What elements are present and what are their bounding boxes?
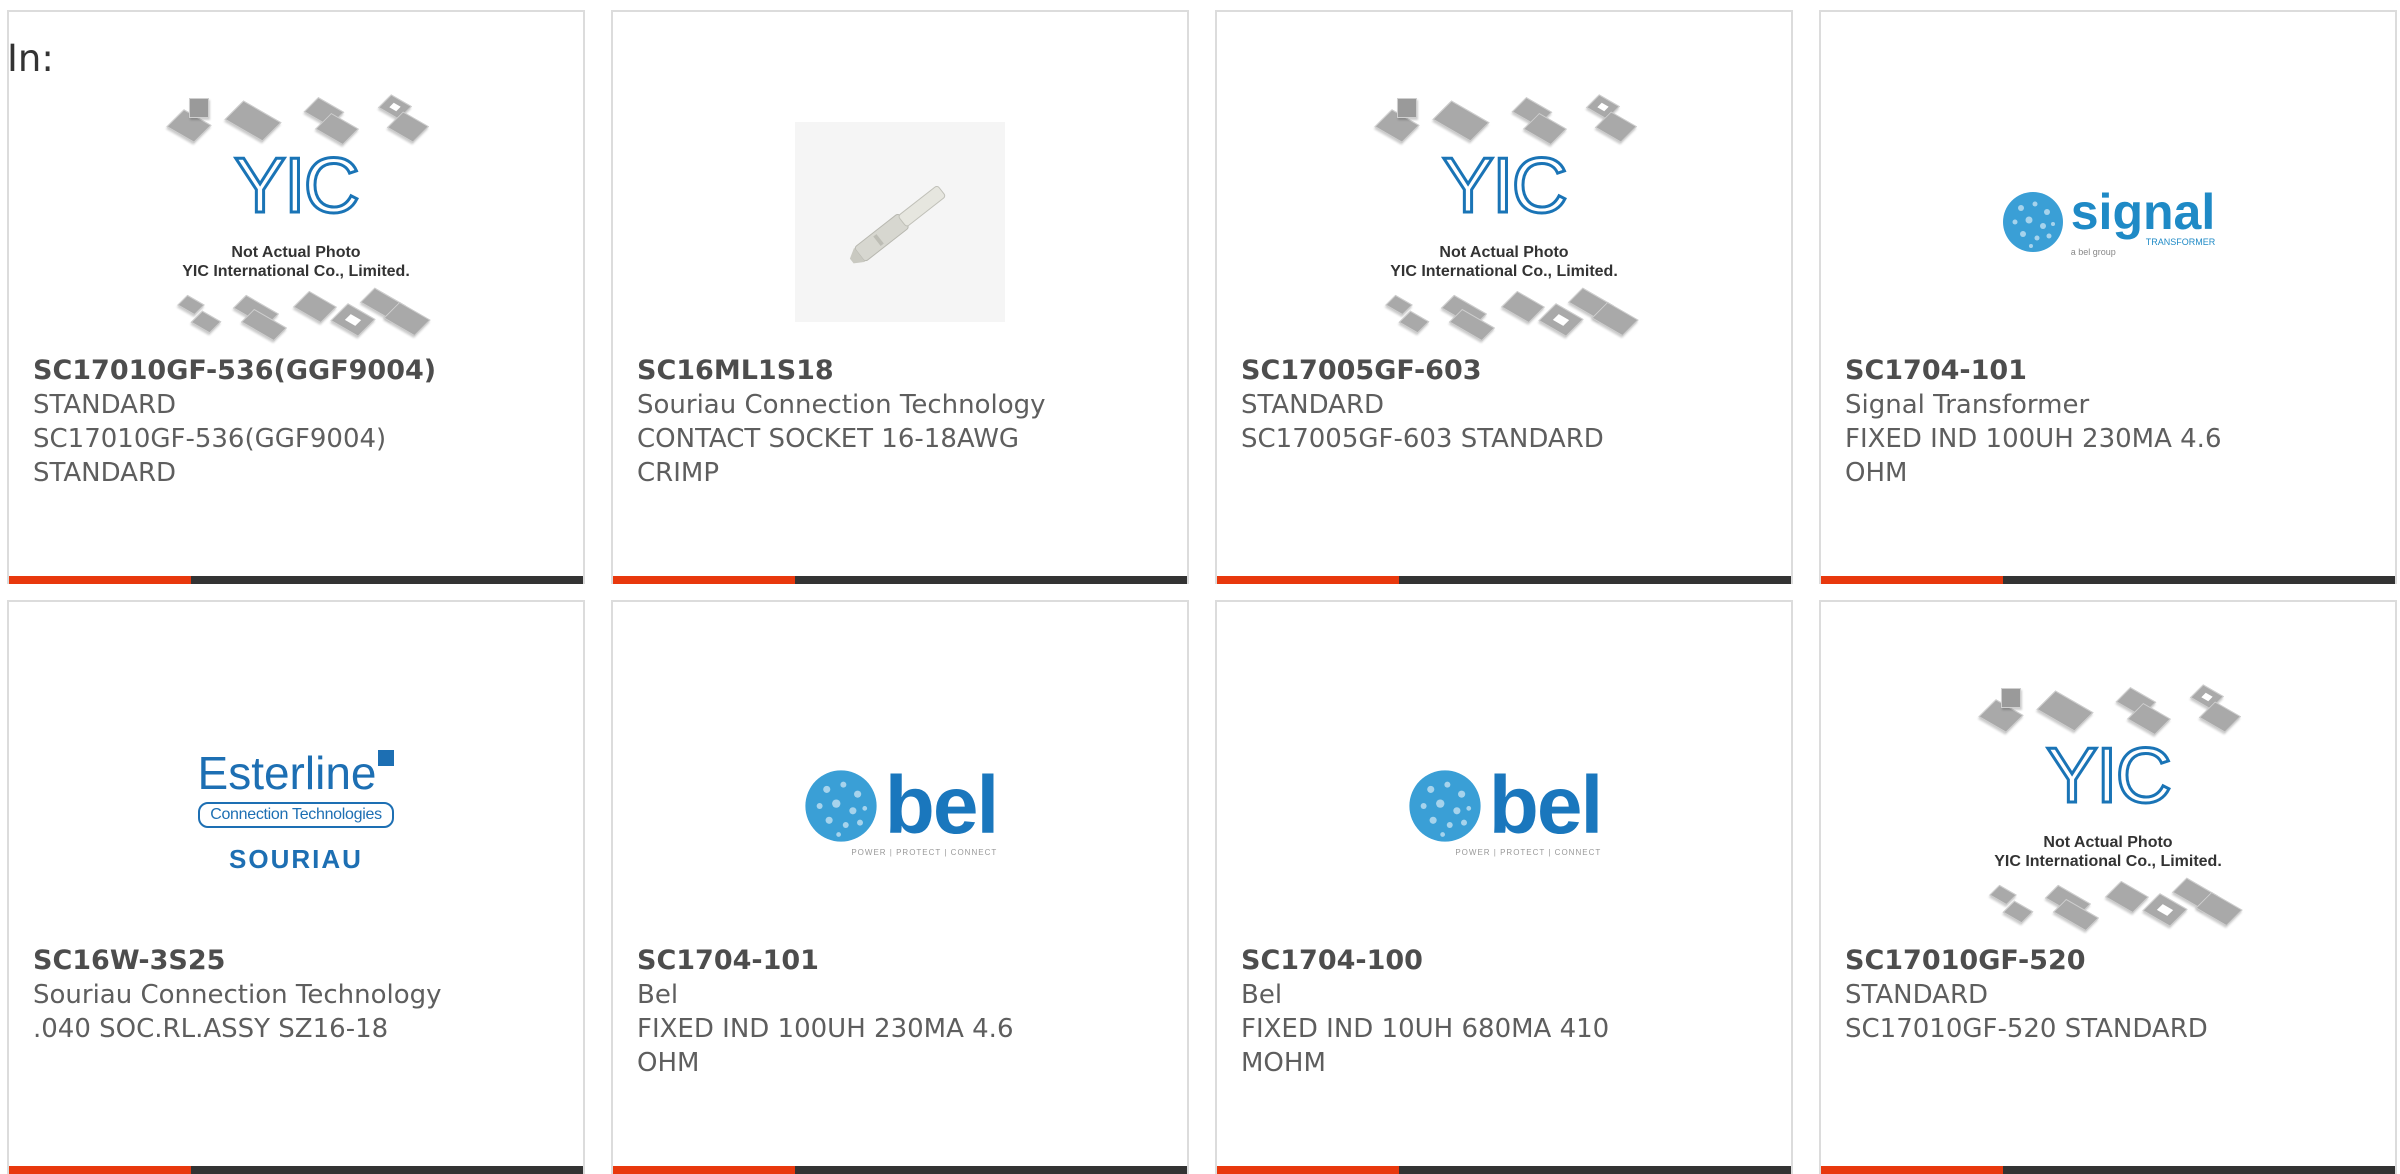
- product-description-cont: STANDARD: [33, 458, 177, 488]
- bel-logo: bel POWER | PROTECT | CONNECT: [1407, 764, 1603, 857]
- product-card[interactable]: YIC Not Actual Photo YIC International C…: [1819, 600, 2397, 1174]
- bel-logo: bel POWER | PROTECT | CONNECT: [803, 764, 999, 857]
- product-manufacturer: Bel: [637, 980, 679, 1010]
- product-info: SC17010GF-520 STANDARD SC17010GF-520 STAND…: [1845, 944, 2371, 1046]
- yic-logo: YIC: [1440, 141, 1569, 229]
- product-description-cont: OHM: [1845, 458, 1908, 488]
- card-accent-bar: [1821, 576, 2003, 584]
- product-description-cont: OHM: [637, 1048, 700, 1078]
- product-card[interactable]: signal TRANSFORMER a bel group SC1704-10…: [1819, 10, 2397, 584]
- product-part-number[interactable]: SC1704-101: [1845, 354, 2371, 388]
- card-accent-bar: [613, 1166, 795, 1174]
- card-footer-bar: [613, 1166, 1187, 1174]
- card-accent-bar: [9, 576, 191, 584]
- card-footer-bar: [1821, 1166, 2395, 1174]
- placeholder-image: YIC Not Actual Photo YIC International C…: [1973, 682, 2243, 942]
- product-card[interactable]: YIC Not Actual Photo YIC International C…: [1215, 10, 1793, 584]
- card-accent-bar: [1821, 1166, 2003, 1174]
- signal-transformer-logo: signal TRANSFORMER a bel group: [2001, 187, 2215, 257]
- product-image[interactable]: YIC Not Actual Photo YIC International C…: [9, 92, 583, 352]
- product-manufacturer: Souriau Connection Technology: [33, 980, 442, 1010]
- product-info: SC1704-101 Signal Transformer FIXED IND 10…: [1845, 354, 2371, 490]
- card-accent-bar: [9, 1166, 191, 1174]
- product-info: SC1704-100 Bel FIXED IND 10UH 680MA 410 MOH…: [1241, 944, 1767, 1080]
- yic-company-text: YIC International Co., Limited.: [1390, 263, 1618, 280]
- product-image[interactable]: Esterline Connection Technologies SOURIA…: [9, 682, 583, 942]
- product-part-number[interactable]: SC17005GF-603: [1241, 354, 1767, 388]
- product-info: SC17010GF-536(GGF9004) STANDARD SC17010GF-…: [33, 354, 559, 490]
- yic-logo: YIC: [2044, 731, 2173, 819]
- not-actual-photo-text: Not Actual Photo: [1439, 244, 1569, 261]
- product-card[interactable]: SC16ML1S18 Souriau Connection Technology C…: [611, 10, 1189, 584]
- card-footer-bar: [613, 576, 1187, 584]
- product-card[interactable]: YIC Not Actual Photo YIC International C…: [7, 10, 585, 584]
- product-description: FIXED IND 100UH 230MA 4.6: [637, 1014, 1014, 1044]
- product-part-number[interactable]: SC1704-100: [1241, 944, 1767, 978]
- in-label: In:: [7, 37, 54, 80]
- card-footer-bar: [1821, 576, 2395, 584]
- card-accent-bar: [1217, 576, 1399, 584]
- product-description: SC17010GF-536(GGF9004): [33, 424, 387, 454]
- product-manufacturer: STANDARD: [1845, 980, 1989, 1010]
- pin-contact-photo: [795, 122, 1005, 322]
- placeholder-image: YIC Not Actual Photo YIC International C…: [161, 92, 431, 352]
- product-description: SC17005GF-603 STANDARD: [1241, 424, 1604, 454]
- card-accent-bar: [1217, 1166, 1399, 1174]
- yic-logo: YIC: [232, 141, 361, 229]
- globe-icon: [805, 769, 877, 842]
- product-card[interactable]: bel POWER | PROTECT | CONNECT SC1704-100…: [1215, 600, 1793, 1174]
- product-manufacturer: Signal Transformer: [1845, 390, 2090, 420]
- product-description: SC17010GF-520 STANDARD: [1845, 1014, 2208, 1044]
- product-card[interactable]: Esterline Connection Technologies SOURIA…: [7, 600, 585, 1174]
- product-part-number[interactable]: SC16W-3S25: [33, 944, 559, 978]
- product-info: SC16ML1S18 Souriau Connection Technology C…: [637, 354, 1163, 490]
- card-footer-bar: [9, 1166, 583, 1174]
- product-image[interactable]: bel POWER | PROTECT | CONNECT: [613, 682, 1187, 942]
- globe-icon: [2002, 192, 2063, 252]
- product-info: SC1704-101 Bel FIXED IND 100UH 230MA 4.6 OH…: [637, 944, 1163, 1080]
- card-footer-bar: [1217, 1166, 1791, 1174]
- product-part-number[interactable]: SC16ML1S18: [637, 354, 1163, 388]
- yic-company-text: YIC International Co., Limited.: [182, 263, 410, 280]
- product-description: .040 SOC.RL.ASSY SZ16-18: [33, 1014, 389, 1044]
- product-manufacturer: STANDARD: [1241, 390, 1385, 420]
- esterline-souriau-logo: Esterline Connection Technologies SOURIA…: [198, 749, 395, 875]
- card-footer-bar: [9, 576, 583, 584]
- product-manufacturer: Bel: [1241, 980, 1283, 1010]
- placeholder-image: YIC Not Actual Photo YIC International C…: [1369, 92, 1639, 352]
- product-description: FIXED IND 100UH 230MA 4.6: [1845, 424, 2222, 454]
- yic-company-text: YIC International Co., Limited.: [1994, 853, 2222, 870]
- product-card[interactable]: bel POWER | PROTECT | CONNECT SC1704-101…: [611, 600, 1189, 1174]
- product-description-cont: MOHM: [1241, 1048, 1326, 1078]
- not-actual-photo-text: Not Actual Photo: [2043, 834, 2173, 851]
- product-part-number[interactable]: SC1704-101: [637, 944, 1163, 978]
- product-image[interactable]: [613, 92, 1187, 352]
- card-accent-bar: [613, 576, 795, 584]
- product-image[interactable]: YIC Not Actual Photo YIC International C…: [1217, 92, 1791, 352]
- card-footer-bar: [1217, 576, 1791, 584]
- product-info: SC17005GF-603 STANDARD SC17005GF-603 STAND…: [1241, 354, 1767, 456]
- product-info: SC16W-3S25 Souriau Connection Technology.…: [33, 944, 559, 1046]
- product-image[interactable]: YIC Not Actual Photo YIC International C…: [1821, 682, 2395, 942]
- product-part-number[interactable]: SC17010GF-536(GGF9004): [33, 354, 559, 388]
- globe-icon: [1409, 769, 1481, 842]
- star-icon: [378, 749, 395, 766]
- product-image[interactable]: bel POWER | PROTECT | CONNECT: [1217, 682, 1791, 942]
- product-part-number[interactable]: SC17010GF-520: [1845, 944, 2371, 978]
- product-description-cont: CRIMP: [637, 458, 719, 488]
- product-image[interactable]: signal TRANSFORMER a bel group: [1821, 92, 2395, 352]
- not-actual-photo-text: Not Actual Photo: [231, 244, 361, 261]
- product-manufacturer: STANDARD: [33, 390, 177, 420]
- product-description: FIXED IND 10UH 680MA 410: [1241, 1014, 1610, 1044]
- product-manufacturer: Souriau Connection Technology: [637, 390, 1046, 420]
- product-description: CONTACT SOCKET 16-18AWG: [637, 424, 1020, 454]
